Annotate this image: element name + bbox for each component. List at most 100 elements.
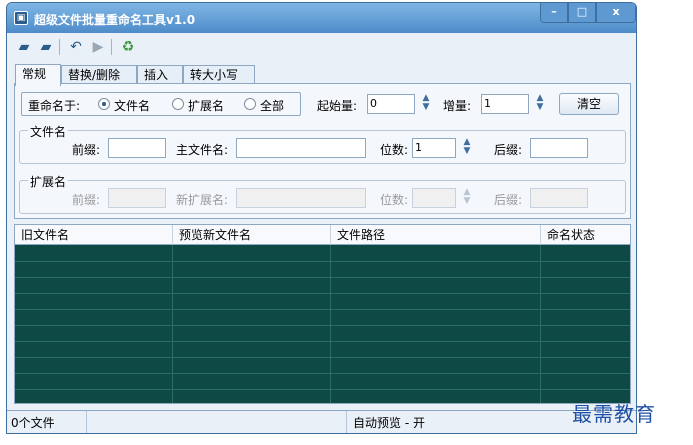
- table-row[interactable]: [15, 294, 630, 310]
- column-header-old-name[interactable]: 旧文件名: [15, 225, 173, 245]
- table-cell: [173, 294, 331, 310]
- app-icon: ▣: [14, 11, 28, 25]
- step-spinner[interactable]: ▲ ▼: [533, 94, 547, 114]
- table-cell: [331, 374, 541, 390]
- table-cell: [15, 294, 173, 310]
- new-extension-label: 新扩展名:: [176, 193, 229, 207]
- table-cell: [173, 390, 331, 403]
- table-cell: [331, 390, 541, 403]
- table-cell: [331, 342, 541, 358]
- table-cell: [15, 310, 173, 326]
- table-row[interactable]: [15, 262, 630, 278]
- column-header-preview-name[interactable]: 预览新文件名: [173, 225, 331, 245]
- new-extension-input[interactable]: [236, 188, 366, 208]
- table-cell: [331, 358, 541, 374]
- filename-suffix-input[interactable]: [530, 138, 588, 158]
- table-cell: [173, 358, 331, 374]
- filename-digits-input[interactable]: 1: [412, 138, 456, 158]
- table-cell: [173, 342, 331, 358]
- table-row[interactable]: [15, 374, 630, 390]
- minimize-button[interactable]: –: [540, 3, 568, 23]
- maximize-button[interactable]: □: [568, 3, 596, 23]
- table-row[interactable]: [15, 326, 630, 342]
- play-icon[interactable]: ▶: [89, 39, 107, 55]
- filename-digits-label: 位数:: [380, 143, 409, 157]
- ext-digits-label: 位数:: [380, 193, 409, 207]
- close-button[interactable]: x: [596, 3, 636, 23]
- main-filename-input[interactable]: [236, 138, 366, 158]
- column-header-path[interactable]: 文件路径: [331, 225, 541, 245]
- table-row[interactable]: [15, 358, 630, 374]
- table-cell: [331, 310, 541, 326]
- table-cell: [541, 262, 630, 278]
- watermark-text: 最需教育: [572, 402, 656, 426]
- open-folder-icon[interactable]: ▰: [15, 39, 33, 55]
- clear-button[interactable]: 清空: [559, 93, 619, 115]
- filename-prefix-input[interactable]: [108, 138, 166, 158]
- title-bar[interactable]: ▣ 超级文件批量重命名工具v1.0 – □ x: [7, 3, 636, 33]
- file-list-table[interactable]: 旧文件名 预览新文件名 文件路径 命名状态: [14, 224, 631, 404]
- table-cell: [331, 326, 541, 342]
- rename-target-label: 重命名于:: [28, 99, 81, 113]
- toolbar-separator: [59, 39, 60, 55]
- radio-extension[interactable]: [172, 98, 184, 110]
- ext-digits-input[interactable]: [412, 188, 456, 208]
- start-value-label: 起始量:: [317, 99, 358, 113]
- column-header-status[interactable]: 命名状态: [541, 225, 630, 245]
- start-value-input[interactable]: 0: [367, 94, 415, 114]
- table-cell: [15, 278, 173, 294]
- table-row[interactable]: [15, 390, 630, 403]
- toolbar-separator: [111, 39, 112, 55]
- radio-filename[interactable]: [98, 98, 110, 110]
- table-cell: [541, 278, 630, 294]
- table-cell: [331, 294, 541, 310]
- step-label: 增量:: [443, 99, 472, 113]
- table-cell: [541, 374, 630, 390]
- window-title: 超级文件批量重命名工具v1.0: [34, 13, 196, 27]
- filename-group: 文件名 前缀: 主文件名: 位数: 1 ▲ ▼ 后缀:: [19, 123, 626, 164]
- status-bar: 0个文件 自动预览 - 开: [7, 410, 636, 433]
- table-cell: [331, 278, 541, 294]
- table-cell: [173, 278, 331, 294]
- tab-case[interactable]: 转大小写: [183, 65, 255, 85]
- main-filename-label: 主文件名:: [176, 143, 229, 157]
- table-row[interactable]: [15, 278, 630, 294]
- open-files-icon[interactable]: ▰: [37, 39, 55, 55]
- table-cell: [173, 246, 331, 262]
- table-cell: [541, 358, 630, 374]
- table-cell: [173, 374, 331, 390]
- table-header: 旧文件名 预览新文件名 文件路径 命名状态: [15, 225, 630, 245]
- table-cell: [541, 342, 630, 358]
- refresh-icon[interactable]: ♻: [119, 39, 137, 55]
- table-cell: [541, 310, 630, 326]
- table-cell: [173, 262, 331, 278]
- radio-all-label[interactable]: 全部: [260, 97, 284, 114]
- filename-group-title: 文件名: [28, 123, 69, 140]
- tab-replace-delete[interactable]: 替换/删除: [61, 65, 137, 85]
- table-cell: [15, 262, 173, 278]
- radio-filename-label[interactable]: 文件名: [114, 97, 150, 114]
- table-row[interactable]: [15, 310, 630, 326]
- step-input[interactable]: 1: [481, 94, 529, 114]
- table-row[interactable]: [15, 246, 630, 262]
- table-cell: [541, 246, 630, 262]
- ext-suffix-input[interactable]: [530, 188, 588, 208]
- table-cell: [541, 326, 630, 342]
- table-cell: [541, 294, 630, 310]
- filename-digits-spinner[interactable]: ▲ ▼: [460, 138, 474, 158]
- extension-group: 扩展名 前缀: 新扩展名: 位数: ▲ ▼ 后缀:: [19, 173, 626, 214]
- toolbar: ▰ ▰ ↶ ▶ ♻: [7, 33, 636, 61]
- table-cell: [331, 262, 541, 278]
- table-row[interactable]: [15, 342, 630, 358]
- tab-general[interactable]: 常规: [15, 64, 61, 86]
- radio-all[interactable]: [244, 98, 256, 110]
- undo-icon[interactable]: ↶: [67, 39, 85, 55]
- extension-group-title: 扩展名: [28, 173, 69, 190]
- start-value-spinner[interactable]: ▲ ▼: [419, 94, 433, 114]
- rename-target-box: 重命名于: 文件名 扩展名 全部: [21, 92, 301, 116]
- app-window: ▣ 超级文件批量重命名工具v1.0 – □ x ▰ ▰ ↶ ▶ ♻ 常规 替换/…: [6, 2, 637, 434]
- radio-extension-label[interactable]: 扩展名: [188, 97, 224, 114]
- tab-insert[interactable]: 插入: [137, 65, 183, 85]
- ext-digits-spinner[interactable]: ▲ ▼: [460, 188, 474, 208]
- ext-prefix-input[interactable]: [108, 188, 166, 208]
